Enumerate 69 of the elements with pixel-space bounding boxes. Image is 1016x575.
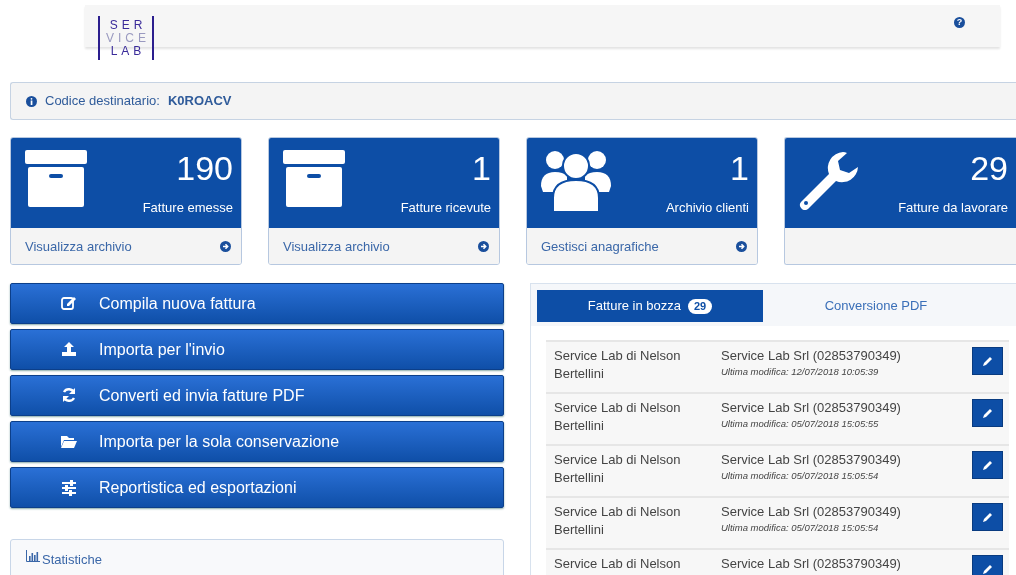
stat-count: 190 [175, 150, 233, 186]
archive-box-icon [283, 150, 345, 208]
logo-text: VICE [106, 31, 150, 45]
action-button[interactable]: Compila nuova fattura [10, 283, 504, 324]
stat-label: Fatture da lavorare [898, 199, 1008, 217]
pencil-icon [982, 563, 993, 575]
edit-button[interactable] [972, 555, 1003, 575]
sender-name: Service Lab di Nelson Bertellini [554, 347, 682, 383]
client-name: Service Lab Srl (02853790349) [721, 348, 901, 363]
info-label: Codice destinatario: [45, 92, 160, 111]
pencil-icon [982, 459, 993, 471]
sliders-icon [61, 479, 77, 496]
logo-text: SER [109, 18, 147, 32]
logo-text: LAB [110, 44, 146, 58]
draft-row[interactable]: Service Lab di Nelson Bertellini Service Lab Srl (02853790349) Ultima modifica: 05/07/2018 15:05:55 [546, 392, 1009, 444]
draft-row[interactable]: Service Lab di Nelson Bertellini Service Lab Srl (02853790349) Ultima modifica: 12/07/2018 10:05:39 [546, 340, 1009, 392]
card-link[interactable]: Visualizza archivio [283, 236, 390, 257]
edit-button[interactable] [972, 503, 1003, 531]
info-icon [26, 95, 37, 107]
pencil-icon [982, 355, 993, 367]
action-button[interactable]: Reportistica ed esportazioni [10, 467, 504, 508]
draft-row[interactable]: Service Lab di Nelson Bertellini Service Lab Srl (02853790349) Ultima modifica: 05/07/2018 15:05:54 [546, 496, 1009, 548]
edit-button[interactable] [972, 451, 1003, 479]
draft-row[interactable]: Service Lab di Nelson Service Lab Srl (02853790349) [546, 548, 1009, 575]
tab[interactable]: Conversione PDF [763, 290, 989, 322]
stat-label: Fatture ricevute [400, 199, 491, 217]
arrow-right-icon [736, 241, 747, 252]
arrow-right-icon [220, 241, 231, 252]
pencil-icon [982, 511, 993, 523]
client-name: Service Lab Srl (02853790349) [721, 504, 901, 519]
bar-chart-icon [26, 550, 40, 562]
sender-name: Service Lab di Nelson [554, 555, 682, 573]
pencil-icon [982, 407, 993, 419]
edit-button[interactable] [972, 347, 1003, 375]
stat-label: Archivio clienti [665, 199, 749, 217]
wrench-icon [799, 150, 861, 210]
edit-button[interactable] [972, 399, 1003, 427]
folder-icon [61, 433, 77, 450]
modified-date: Ultima modifica: 05/07/2018 15:05:54 [721, 521, 880, 535]
client-name: Service Lab Srl (02853790349) [721, 452, 901, 467]
draft-row[interactable]: Service Lab di Nelson Bertellini Service Lab Srl (02853790349) Ultima modifica: 05/07/2018 15:05:54 [546, 444, 1009, 496]
stat-count: 1 [729, 150, 749, 186]
sender-name: Service Lab di Nelson Bertellini [554, 399, 682, 435]
client-name: Service Lab Srl (02853790349) [721, 556, 901, 571]
card-link[interactable]: Visualizza archivio [25, 236, 132, 257]
client-name: Service Lab Srl (02853790349) [721, 400, 901, 415]
archive-box-icon [25, 150, 87, 208]
action-button[interactable]: Importa per l'invio [10, 329, 504, 370]
stat-count: 29 [969, 150, 1008, 186]
stats-title: Statistiche [42, 551, 102, 569]
tab[interactable]: Fatture in bozza 29 [537, 290, 763, 322]
stat-label: Fatture emesse [142, 199, 233, 217]
card-link[interactable]: Gestisci anagrafiche [541, 236, 659, 257]
sender-name: Service Lab di Nelson Bertellini [554, 503, 682, 539]
count-badge: 29 [688, 298, 713, 314]
modified-date: Ultima modifica: 05/07/2018 15:05:54 [721, 469, 880, 483]
sender-name: Service Lab di Nelson Bertellini [554, 451, 682, 487]
action-button[interactable]: Converti ed invia fatture PDF [10, 375, 504, 416]
action-button[interactable]: Importa per la sola conservazione [10, 421, 504, 462]
recipient-code: K0ROACV [167, 92, 232, 111]
upload-icon [61, 341, 77, 358]
arrow-right-icon [478, 241, 489, 252]
stat-count: 1 [471, 150, 491, 186]
modified-date: Ultima modifica: 12/07/2018 10:05:39 [721, 365, 880, 379]
modified-date: Ultima modifica: 05/07/2018 15:05:55 [721, 417, 880, 431]
refresh-icon [61, 387, 77, 404]
edit-icon [61, 295, 77, 312]
users-icon [541, 150, 611, 212]
help-icon[interactable]: ? [954, 17, 965, 28]
